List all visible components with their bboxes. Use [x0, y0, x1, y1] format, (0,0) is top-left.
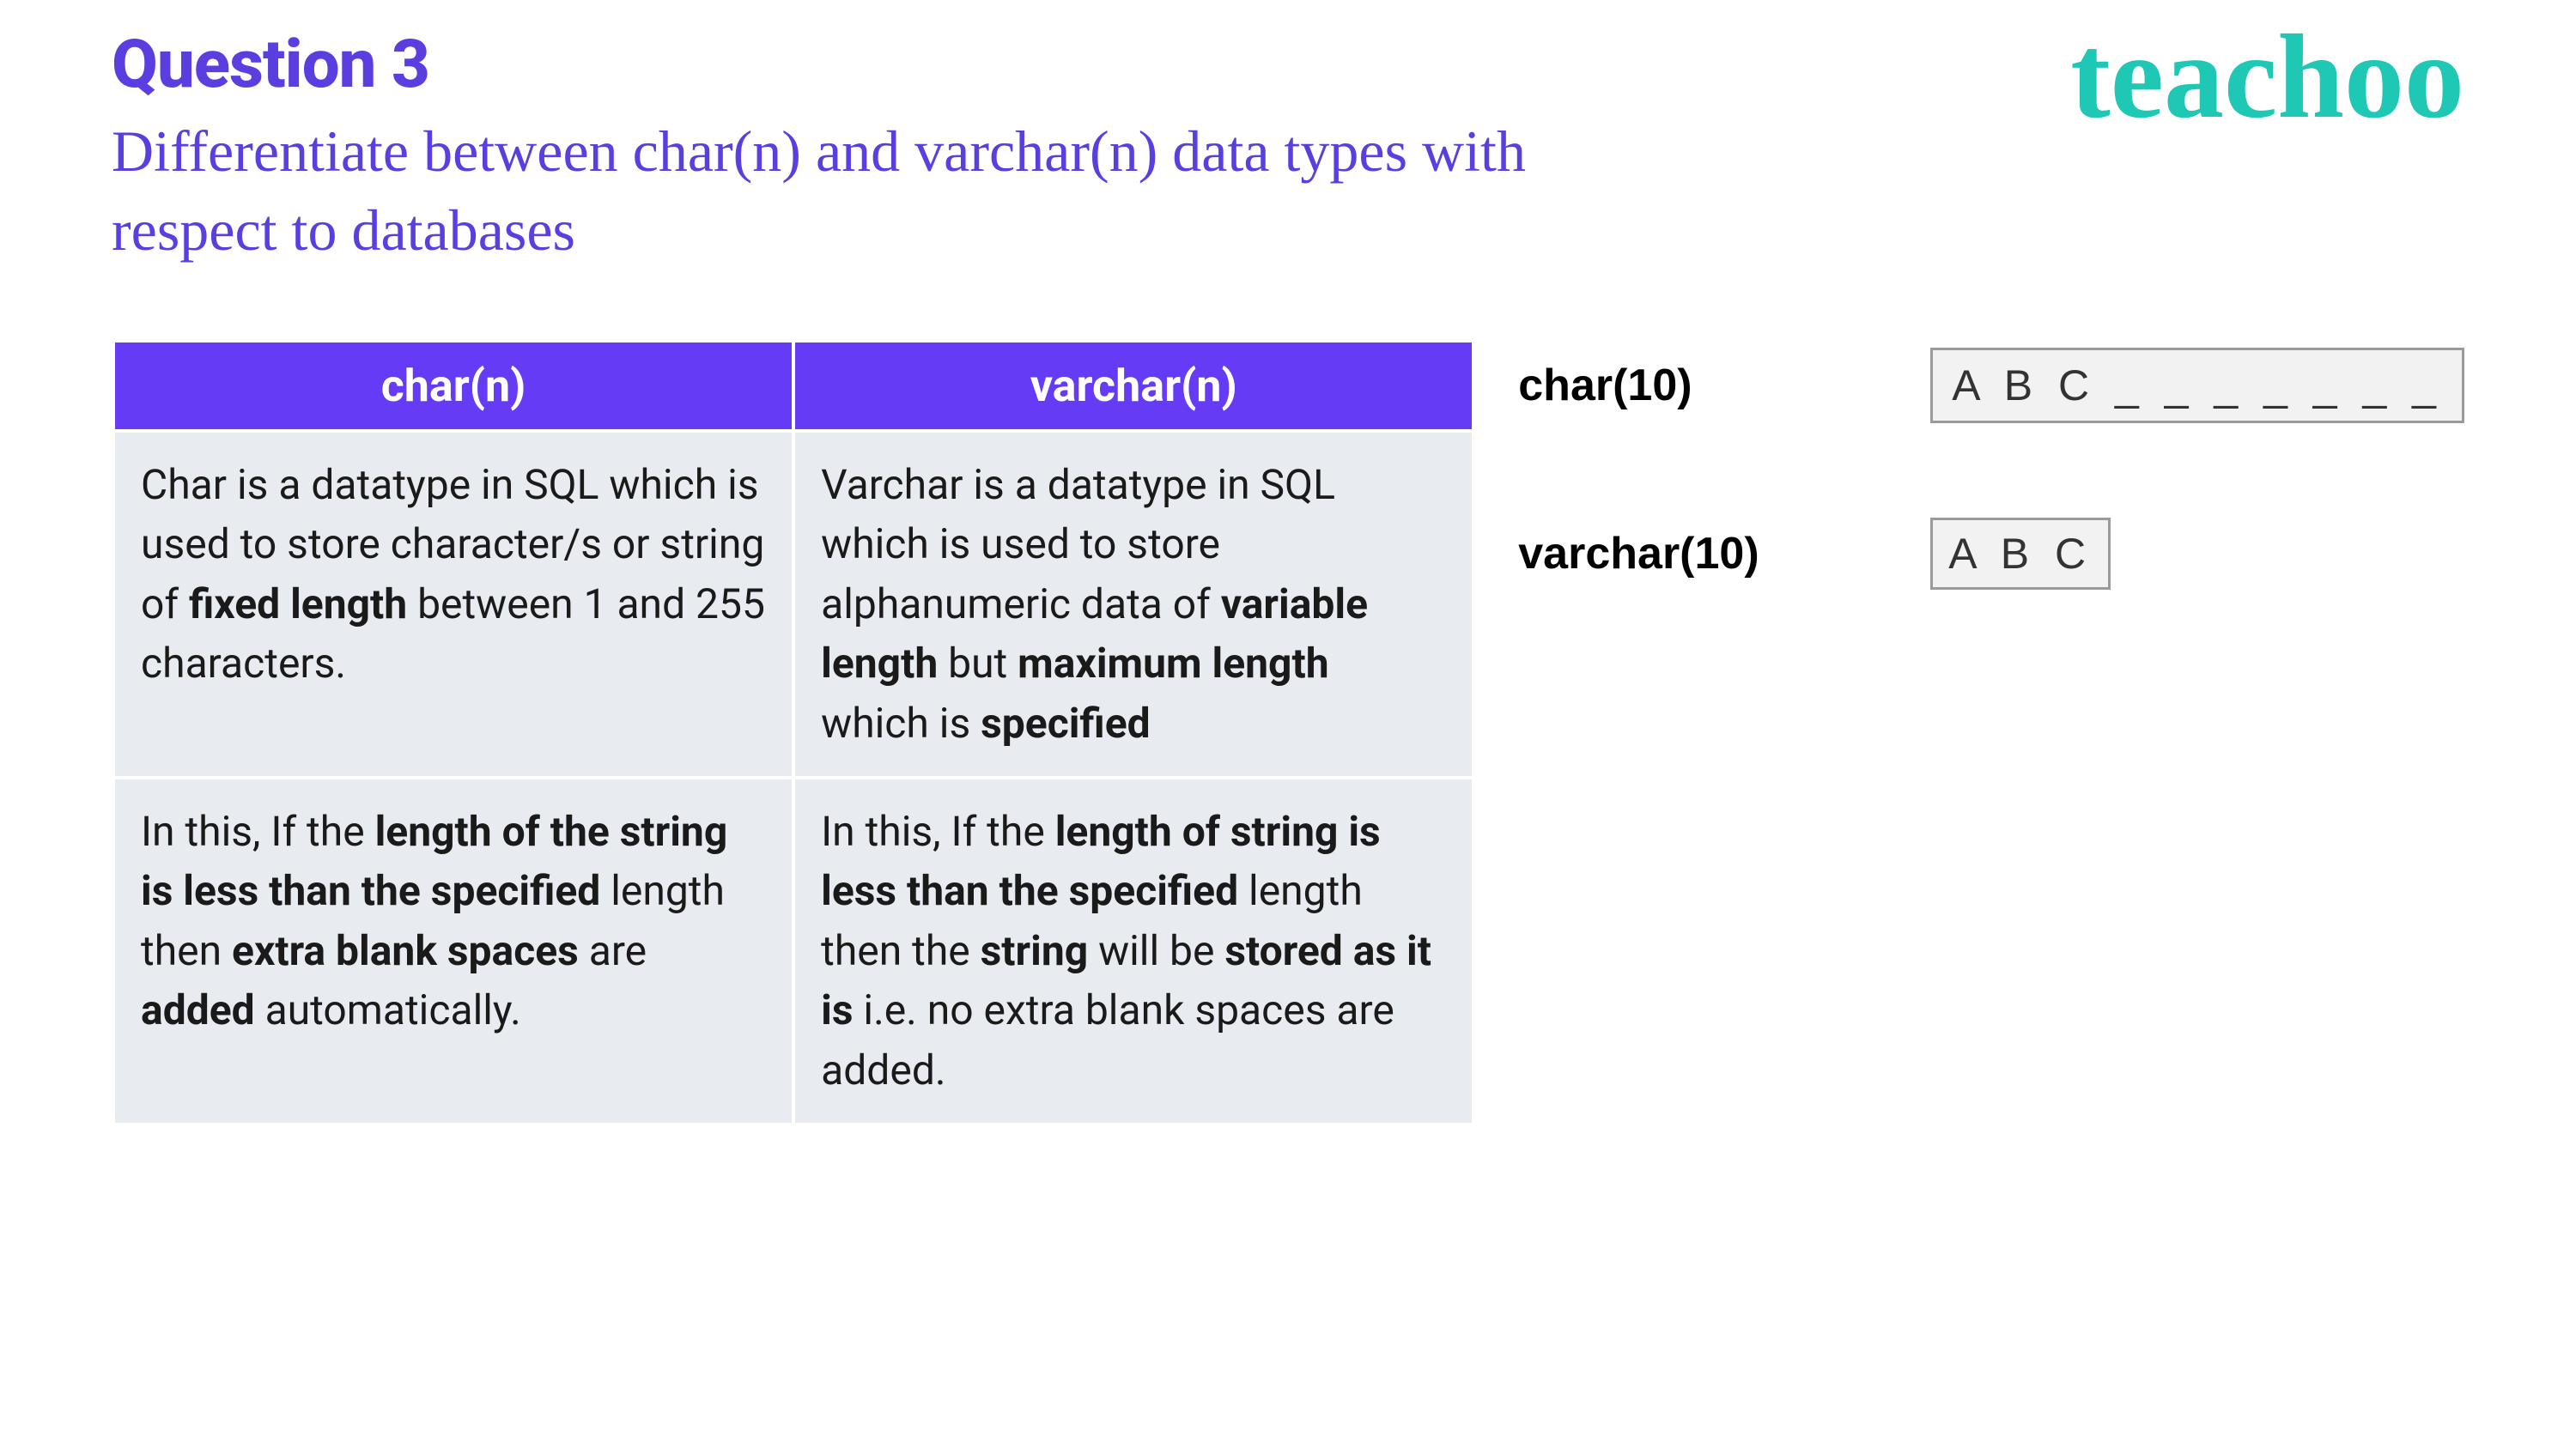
comparison-table: char(n) varchar(n) Char is a datatype in…	[112, 339, 1475, 1126]
example-column: char(10) A B C _ _ _ _ _ _ _ varchar(10)…	[1518, 339, 2464, 684]
table-row: Char is a datatype in SQL which is used …	[113, 431, 1473, 778]
cell-char-1: Char is a datatype in SQL which is used …	[113, 431, 793, 778]
question-number: Question 3	[112, 26, 1571, 104]
title-block: Question 3 Differentiate between char(n)…	[112, 26, 1571, 270]
cell-varchar-2: In this, If the length of string is less…	[793, 778, 1473, 1125]
example-char-label: char(10)	[1518, 360, 1776, 411]
example-char-box: A B C _ _ _ _ _ _ _	[1930, 348, 2464, 423]
content-row: char(n) varchar(n) Char is a datatype in…	[112, 339, 2464, 1126]
example-varchar-label: varchar(10)	[1518, 528, 1776, 579]
header-row: Question 3 Differentiate between char(n)…	[112, 26, 2464, 270]
table-header-row: char(n) varchar(n)	[113, 341, 1473, 431]
logo: teachoo	[2070, 17, 2464, 137]
example-varchar-box: A B C	[1930, 518, 2111, 590]
cell-varchar-1: Varchar is a datatype in SQL which is us…	[793, 431, 1473, 778]
table-header-char: char(n)	[113, 341, 793, 431]
example-row-varchar: varchar(10) A B C	[1518, 518, 2464, 590]
table-header-varchar: varchar(n)	[793, 341, 1473, 431]
question-text: Differentiate between char(n) and varcha…	[112, 112, 1571, 270]
example-row-char: char(10) A B C _ _ _ _ _ _ _	[1518, 348, 2464, 423]
table-row: In this, If the length of the string is …	[113, 778, 1473, 1125]
cell-char-2: In this, If the length of the string is …	[113, 778, 793, 1125]
